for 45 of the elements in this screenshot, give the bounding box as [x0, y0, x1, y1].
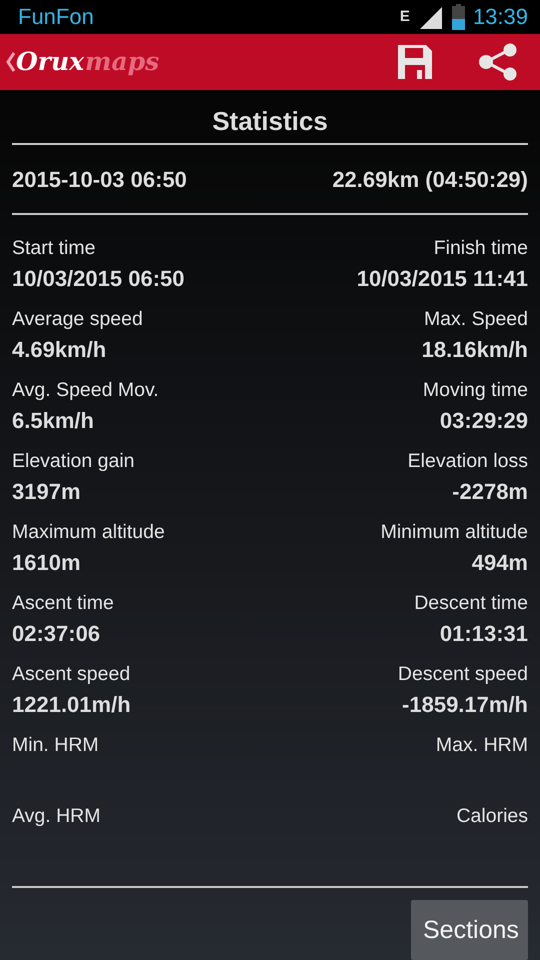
- stat-label: Average speed: [12, 308, 143, 331]
- stat-label: Max. Speed: [424, 308, 528, 331]
- stat-value: 18.16km/h: [422, 337, 528, 363]
- stat-label: Calories: [456, 805, 528, 828]
- signal-icon: [418, 4, 444, 29]
- stat-value: -1859.17m/h: [402, 692, 528, 718]
- save-icon[interactable]: [396, 42, 434, 81]
- stat-label: Ascent speed: [12, 663, 131, 686]
- stat-label: Elevation gain: [12, 450, 135, 473]
- sections-button[interactable]: Sections: [411, 900, 528, 960]
- stat-value: -2278m: [452, 479, 528, 505]
- stat-label: Minimum altitude: [380, 521, 528, 544]
- stat-label: Maximum altitude: [12, 521, 165, 544]
- share-icon[interactable]: [478, 42, 518, 81]
- stat-label: Descent time: [414, 592, 528, 615]
- stat-value: 1221.01m/h: [12, 692, 131, 718]
- carrier-name: FunFon: [18, 4, 94, 30]
- stat-label: Max. HRM: [436, 734, 528, 757]
- stat-value: 1610m: [12, 550, 82, 576]
- stat-label: Avg. Speed Mov.: [12, 379, 159, 402]
- stat-value: 01:13:31: [440, 621, 528, 647]
- stat-label: Finish time: [434, 237, 528, 260]
- stat-value: 6.5km/h: [12, 408, 95, 434]
- stat-label: Elevation loss: [408, 450, 528, 473]
- stat-value: 494m: [472, 550, 528, 576]
- track-date: 2015-10-03 06:50: [12, 167, 187, 193]
- screen-title: Statistics: [211, 105, 329, 138]
- stat-label: Start time: [12, 237, 96, 260]
- stat-value: 10/03/2015 06:50: [12, 266, 184, 292]
- stat-label: Descent speed: [398, 663, 528, 686]
- network-type: E: [400, 8, 410, 26]
- stat-label: Ascent time: [12, 592, 114, 615]
- stat-label: Moving time: [422, 379, 528, 402]
- stat-value: 03:29:29: [440, 408, 528, 434]
- stat-value: 02:37:06: [12, 621, 102, 647]
- battery-icon: [452, 4, 465, 30]
- stat-label: Min. HRM: [12, 734, 99, 757]
- track-distance: 22.69km (04:50:29): [332, 167, 528, 193]
- stat-label: Avg. HRM: [12, 805, 100, 828]
- app-logo-button[interactable]: Oruxmaps: [6, 47, 160, 76]
- clock-time: 13:39: [472, 4, 528, 30]
- stat-value: 3197m: [12, 479, 82, 505]
- stat-value: 4.69km/h: [12, 337, 108, 363]
- back-caret-icon: [6, 52, 15, 72]
- stat-value: 10/03/2015 11:41: [356, 266, 528, 292]
